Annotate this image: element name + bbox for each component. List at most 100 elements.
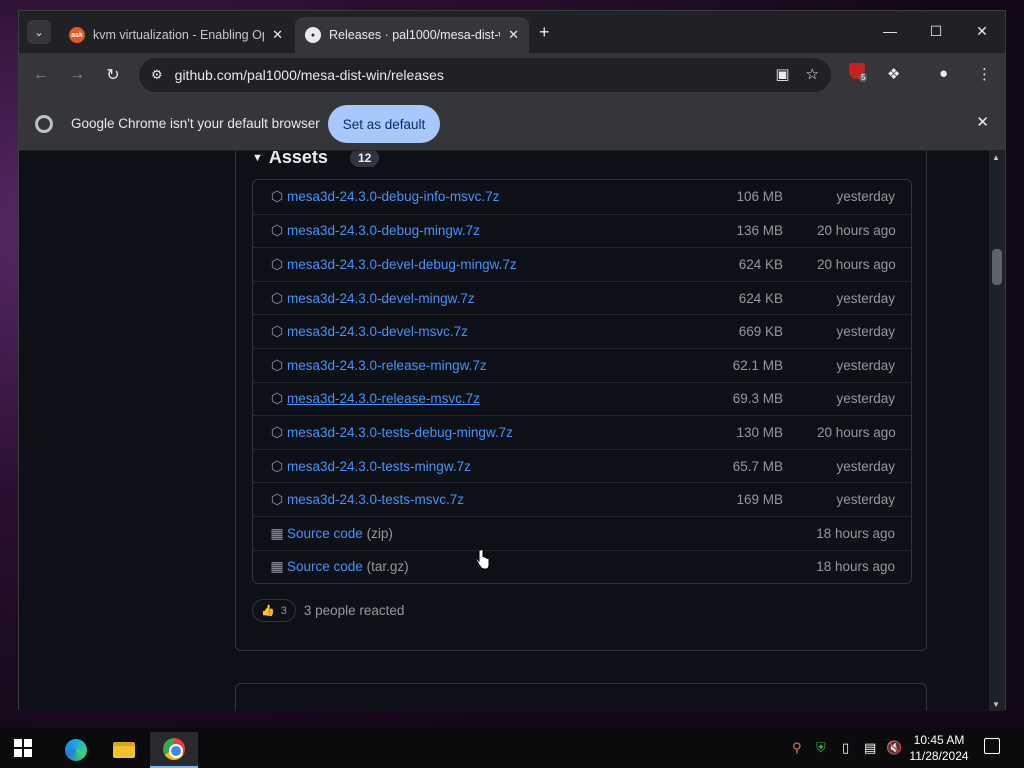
- assets-label: Assets: [268, 151, 328, 167]
- desktop-background: [0, 0, 18, 728]
- asset-size: 169 MB: [736, 492, 783, 508]
- security-shield-icon[interactable]: ⛨: [816, 740, 826, 756]
- page-viewport: ▼ Assets 12 ⬡ mesa3d-24.3.0-debug-info-m…: [19, 151, 989, 711]
- install-app-icon[interactable]: ▣: [775, 65, 789, 83]
- package-icon: ⬡: [270, 491, 284, 508]
- set-as-default-button[interactable]: Set as default: [328, 105, 440, 143]
- windows-start-button[interactable]: [14, 739, 32, 757]
- extension-shield-icon[interactable]: 5: [849, 63, 869, 83]
- tab-title: Releases · pal1000/mesa-dist-w: [329, 28, 501, 42]
- browser-toolbar: ← → ↻ ⚙ github.com/pal1000/mesa-dist-win…: [19, 53, 1005, 97]
- new-tab-button[interactable]: +: [539, 22, 550, 43]
- asset-link[interactable]: mesa3d-24.3.0-tests-msvc.7z: [287, 492, 697, 507]
- window-controls: — ☐ ✕: [867, 11, 1005, 51]
- scroll-up-arrow-icon[interactable]: ▲: [992, 153, 1000, 162]
- site-info-icon[interactable]: ⚙: [151, 67, 163, 83]
- asset-row-source-zip: ▦ Source code (zip) 18 hours ago: [253, 515, 911, 550]
- asset-link[interactable]: mesa3d-24.3.0-devel-msvc.7z: [287, 324, 697, 339]
- thumbs-up-reaction-button[interactable]: 👍 3: [252, 599, 296, 622]
- reaction-count: 3: [280, 604, 287, 617]
- ask-favicon-icon: ask: [69, 27, 85, 43]
- volume-muted-icon[interactable]: 🔇: [886, 740, 902, 756]
- notification-center-icon[interactable]: [984, 738, 1000, 754]
- asset-row: ⬡ mesa3d-24.3.0-tests-msvc.7z 169 MB yes…: [253, 482, 911, 516]
- package-icon: ⬡: [270, 255, 284, 272]
- asset-row: ⬡ mesa3d-24.3.0-debug-mingw.7z 136 MB 20…: [253, 213, 911, 248]
- hand-cursor-icon: [475, 549, 489, 570]
- asset-date: yesterday: [836, 492, 895, 508]
- reaction-summary: 3 people reacted: [303, 603, 405, 618]
- asset-row: ⬡ mesa3d-24.3.0-tests-debug-mingw.7z 130…: [253, 415, 911, 449]
- package-icon: ⬡: [270, 323, 284, 340]
- close-icon[interactable]: ✕: [976, 113, 989, 131]
- asset-link[interactable]: mesa3d-24.3.0-debug-mingw.7z: [287, 223, 697, 238]
- battery-icon[interactable]: ▯: [842, 740, 849, 756]
- file-zip-icon: ▦: [270, 524, 284, 541]
- minimize-button[interactable]: —: [867, 11, 913, 51]
- asset-link[interactable]: mesa3d-24.3.0-devel-mingw.7z: [287, 291, 697, 306]
- asset-size: 106 MB: [736, 189, 783, 205]
- vertical-scrollbar[interactable]: ▲ ▼: [989, 151, 1005, 711]
- reactions: 👍 3 3 people reacted: [252, 599, 404, 622]
- caret-down-icon: ▼: [252, 151, 263, 164]
- tab-kvm-virtualization[interactable]: ask kvm virtualization - Enabling Op ✕: [59, 17, 293, 53]
- forward-button[interactable]: →: [65, 63, 89, 87]
- chrome-logo-icon: [35, 115, 53, 133]
- edge-taskbar-icon[interactable]: [52, 732, 100, 768]
- back-button[interactable]: ←: [29, 63, 53, 87]
- chrome-taskbar-icon[interactable]: [150, 732, 198, 768]
- file-explorer-taskbar-icon[interactable]: [100, 732, 148, 768]
- github-favicon-icon: ●: [305, 27, 321, 43]
- menu-kebab-icon[interactable]: ⋮: [977, 65, 992, 83]
- asset-link[interactable]: mesa3d-24.3.0-tests-debug-mingw.7z: [287, 425, 697, 440]
- asset-size: 65.7 MB: [732, 458, 783, 474]
- default-browser-infobar: Google Chrome isn't your default browser…: [19, 97, 1005, 151]
- scroll-down-arrow-icon[interactable]: ▼: [992, 700, 1000, 709]
- close-window-button[interactable]: ✕: [959, 11, 1005, 51]
- close-icon[interactable]: ✕: [508, 27, 519, 43]
- asset-link[interactable]: mesa3d-24.3.0-devel-debug-mingw.7z: [287, 257, 697, 272]
- source-code-zip-link[interactable]: Source code (zip): [287, 526, 695, 541]
- package-icon: ⬡: [270, 423, 284, 440]
- url-text: github.com/pal1000/mesa-dist-win/release…: [174, 67, 444, 83]
- network-icon[interactable]: ▤: [864, 740, 876, 756]
- asset-date: yesterday: [836, 357, 895, 373]
- asset-size: 669 KB: [738, 324, 783, 340]
- extensions-puzzle-icon[interactable]: ❖: [887, 65, 900, 83]
- asset-date: 20 hours ago: [817, 223, 896, 239]
- next-release-card: [235, 683, 927, 711]
- asset-link[interactable]: mesa3d-24.3.0-debug-info-msvc.7z: [287, 189, 697, 204]
- tab-search-button[interactable]: ⌄: [27, 20, 51, 44]
- taskbar-clock[interactable]: 10:45 AM 11/28/2024: [906, 732, 972, 764]
- assets-header[interactable]: ▼ Assets 12: [252, 151, 380, 168]
- package-icon: ⬡: [270, 390, 284, 407]
- asset-link[interactable]: mesa3d-24.3.0-release-mingw.7z: [287, 358, 697, 373]
- asset-link[interactable]: mesa3d-24.3.0-release-msvc.7z: [287, 391, 697, 406]
- scrollbar-thumb[interactable]: [992, 249, 1002, 285]
- asset-date: yesterday: [836, 290, 895, 306]
- taskbar: ⚲ ⛨ ▯ ▤ 🔇 10:45 AM 11/28/2024: [0, 728, 1024, 768]
- asset-row-source-targz: ▦ Source code (tar.gz) 18 hours ago: [253, 549, 911, 584]
- file-zip-icon: ▦: [270, 558, 284, 575]
- release-card: ▼ Assets 12 ⬡ mesa3d-24.3.0-debug-info-m…: [235, 151, 927, 651]
- asset-size: 62.1 MB: [732, 357, 783, 373]
- asset-date: 18 hours ago: [816, 559, 895, 575]
- asset-date: 20 hours ago: [817, 424, 896, 440]
- close-icon[interactable]: ✕: [272, 27, 283, 43]
- asset-size: 69.3 MB: [732, 391, 783, 407]
- asset-date: yesterday: [836, 391, 895, 407]
- address-bar[interactable]: ⚙ github.com/pal1000/mesa-dist-win/relea…: [139, 58, 831, 92]
- profile-avatar-icon[interactable]: ●: [939, 65, 948, 82]
- reload-button[interactable]: ↻: [101, 63, 125, 87]
- asset-row: ⬡ mesa3d-24.3.0-devel-debug-mingw.7z 624…: [253, 247, 911, 281]
- asset-size: 624 KB: [738, 256, 783, 272]
- asset-row: ⬡ mesa3d-24.3.0-debug-info-msvc.7z 106 M…: [253, 180, 911, 214]
- bookmark-star-icon[interactable]: ☆: [806, 65, 819, 83]
- infobar-message: Google Chrome isn't your default browser: [71, 116, 320, 131]
- source-code-targz-link[interactable]: Source code (tar.gz): [287, 559, 695, 574]
- asset-date: 20 hours ago: [817, 256, 896, 272]
- search-tray-icon[interactable]: ⚲: [792, 740, 802, 756]
- tab-releases[interactable]: ● Releases · pal1000/mesa-dist-w ✕: [295, 17, 529, 53]
- maximize-button[interactable]: ☐: [913, 11, 959, 51]
- asset-link[interactable]: mesa3d-24.3.0-tests-mingw.7z: [287, 459, 697, 474]
